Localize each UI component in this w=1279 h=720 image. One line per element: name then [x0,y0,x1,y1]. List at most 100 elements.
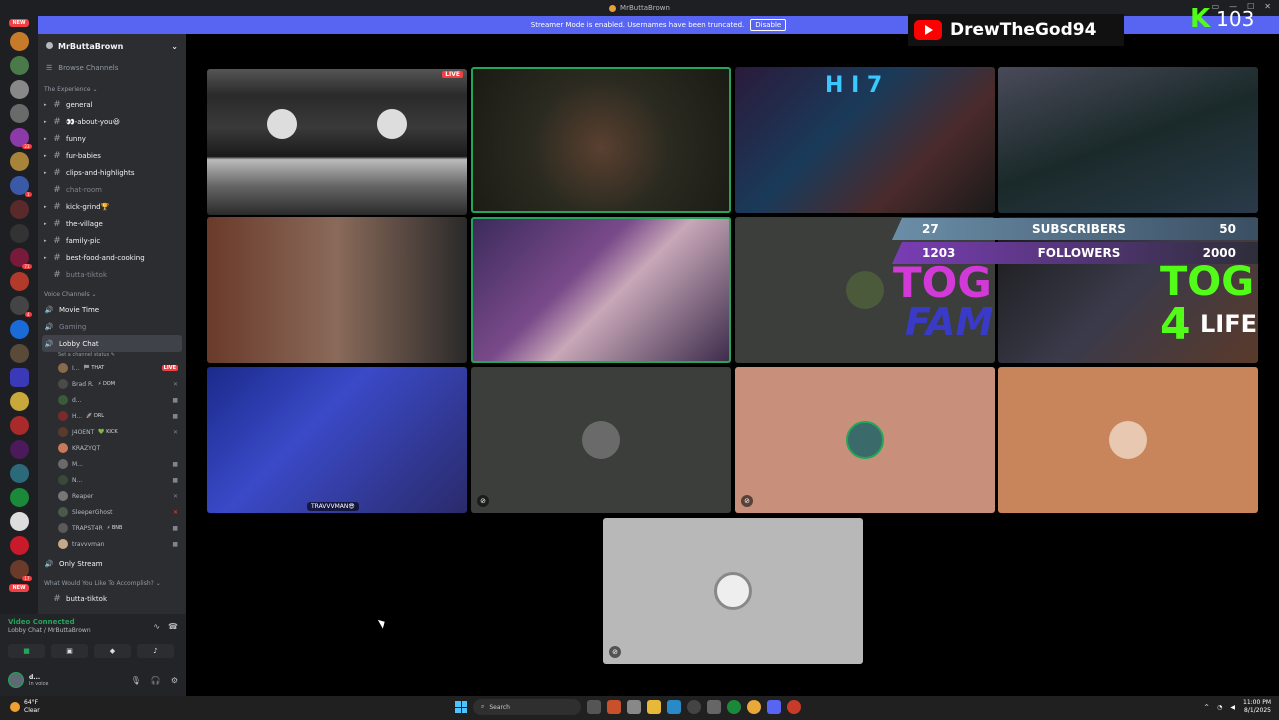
taskbar-search[interactable]: ⌕ Search [473,699,581,715]
video-tile-webcam[interactable] [471,67,731,213]
server-icon[interactable] [9,80,29,99]
channel-clips-and-highlights[interactable]: ▸ # clips-and-highlights [38,164,186,181]
voice-user[interactable]: Reaper ✕ [38,488,186,504]
server-icon[interactable] [9,104,29,123]
file-explorer-icon[interactable] [647,700,661,714]
video-tile-avatar[interactable]: ⊘ [471,367,731,513]
disable-streamer-mode-button[interactable]: Disable [750,19,787,31]
voice-user[interactable]: SleeperGhost ✕ [38,504,186,520]
server-icon[interactable] [9,224,29,243]
channel-butta-tiktok-partial[interactable]: # butta-tiktok [38,590,186,607]
microphone-icon[interactable]: 🎙 [131,676,141,685]
server-header[interactable]: MrButtaBrown ⌄ [38,34,186,58]
server-icon[interactable] [9,392,29,411]
server-icon[interactable] [9,320,29,339]
task-view-icon[interactable] [587,700,601,714]
server-icon[interactable]: 71 [9,248,32,269]
activity-button[interactable]: ◆ [94,644,131,658]
app-icon[interactable] [787,700,801,714]
browse-channels[interactable]: ☰ Browse Channels [38,58,186,78]
channel-status[interactable]: Set a channel status ✎ [38,352,186,360]
voice-user[interactable]: Brad R. ⚡ DOM ✕ [38,376,186,392]
weather-widget[interactable]: 64°F Clear [10,699,40,715]
voice-channel-lobby-chat[interactable]: 🔊 Lobby Chat [42,335,182,352]
video-tile-avatar[interactable]: ⊘ [735,367,995,513]
avatar[interactable] [8,672,24,688]
chrome-icon[interactable] [747,700,761,714]
channel-kick-grind[interactable]: ▸ # kick-grind🏆 [38,198,186,215]
copilot-icon[interactable] [607,700,621,714]
server-icon[interactable] [9,440,29,459]
channel-about-you[interactable]: ▸ # 👀-about-you😃 [38,113,186,130]
server-icon[interactable] [9,152,29,171]
voice-user[interactable]: H... 🚀 DRL ■ [38,408,186,424]
video-tile-stream[interactable]: TRAVVVMAN😎 [207,367,467,513]
category-voice-channels[interactable]: Voice Channels ⌄ [38,287,186,301]
channel-best-food-and-cooking[interactable]: ▸ # best-food-and-cooking [38,249,186,266]
server-name: MrButtaBrown [58,41,124,51]
xbox-icon[interactable] [727,700,741,714]
server-icon-selected[interactable] [9,368,29,387]
channel-chat-room[interactable]: # chat-room [38,181,186,198]
video-tile-webcam[interactable] [471,217,731,363]
voice-user[interactable]: N... ■ [38,472,186,488]
store-icon[interactable] [627,700,641,714]
channel-the-village[interactable]: ▸ # the-village [38,215,186,232]
category-accomplish[interactable]: What Would You Like To Accomplish? ⌄ [38,576,186,590]
chevron-up-icon[interactable]: ^ [1204,704,1209,711]
server-icon[interactable]: 23 [9,128,32,149]
windows-start-icon[interactable] [455,701,467,713]
screen-share-button[interactable]: ▣ [51,644,88,658]
discord-icon[interactable] [767,700,781,714]
server-icon[interactable] [9,344,29,363]
gear-icon[interactable]: ⚙ [171,676,178,685]
voice-channel-movie-time[interactable]: 🔊 Movie Time [38,301,186,318]
channel-family-pic[interactable]: ▸ # family-pic [38,232,186,249]
channel-butta-tiktok[interactable]: # butta-tiktok [38,266,186,283]
server-icon[interactable] [9,416,29,435]
disconnect-icon[interactable]: ☎ [168,622,178,631]
video-tile-webcam[interactable]: H I 7 [735,67,995,213]
server-icon[interactable]: 17 [9,560,32,581]
clock[interactable]: 11:00 PM 8/1/2025 [1243,699,1271,715]
voice-channel-only-stream[interactable]: 🔊 Only Stream [38,555,186,572]
soundboard-button[interactable]: ♪ [137,644,174,658]
server-icon[interactable] [9,272,29,291]
video-tile-webcam[interactable] [998,67,1258,213]
edge-icon[interactable] [667,700,681,714]
tog-overlay: TOG [893,258,992,307]
noise-suppression-icon[interactable]: ∿ [153,622,160,631]
voice-user[interactable]: TRAPST4R ⚡ BNB ■ [38,520,186,536]
voice-user[interactable]: travvvman ■ [38,536,186,552]
voice-channel-gaming[interactable]: 🔊 Gaming [38,318,186,335]
network-icon[interactable]: ◔ [1217,704,1222,711]
voice-user[interactable]: d... ■ [38,392,186,408]
channel-general[interactable]: ▸ # general [38,96,186,113]
video-tile-dj-stream[interactable]: LIVE [207,69,467,215]
voice-user[interactable]: J4OENT 💚 KICK ✕ [38,424,186,440]
camera-button[interactable]: ■ [8,644,45,658]
server-icon[interactable] [9,32,29,51]
app-icon[interactable] [687,700,701,714]
headphones-icon[interactable]: 🎧 [151,676,161,685]
server-icon[interactable] [9,56,29,75]
video-tile-avatar[interactable]: ⊘ [603,518,863,664]
server-icon[interactable]: 4 [9,296,32,317]
video-tile-webcam[interactable] [207,217,467,363]
server-icon[interactable] [9,464,29,483]
voice-user[interactable]: I... 🏁 THAT LIVE [38,360,186,376]
server-icon[interactable]: 1 [9,176,32,197]
app-icon[interactable] [707,700,721,714]
server-icon[interactable] [9,536,29,555]
channel-funny[interactable]: ▸ # funny [38,130,186,147]
tog-4life-overlay: TOG [1160,259,1255,305]
voice-user[interactable]: KRAZYQT [38,440,186,456]
video-tile-avatar[interactable] [998,367,1258,513]
voice-user[interactable]: M... ■ [38,456,186,472]
category-the-experience[interactable]: The Experience ⌄ [38,82,186,96]
server-icon[interactable] [9,512,29,531]
server-icon[interactable] [9,200,29,219]
server-icon[interactable] [9,488,29,507]
volume-icon[interactable]: ◀ [1230,704,1235,711]
channel-fur-babies[interactable]: ▸ # fur-babies [38,147,186,164]
